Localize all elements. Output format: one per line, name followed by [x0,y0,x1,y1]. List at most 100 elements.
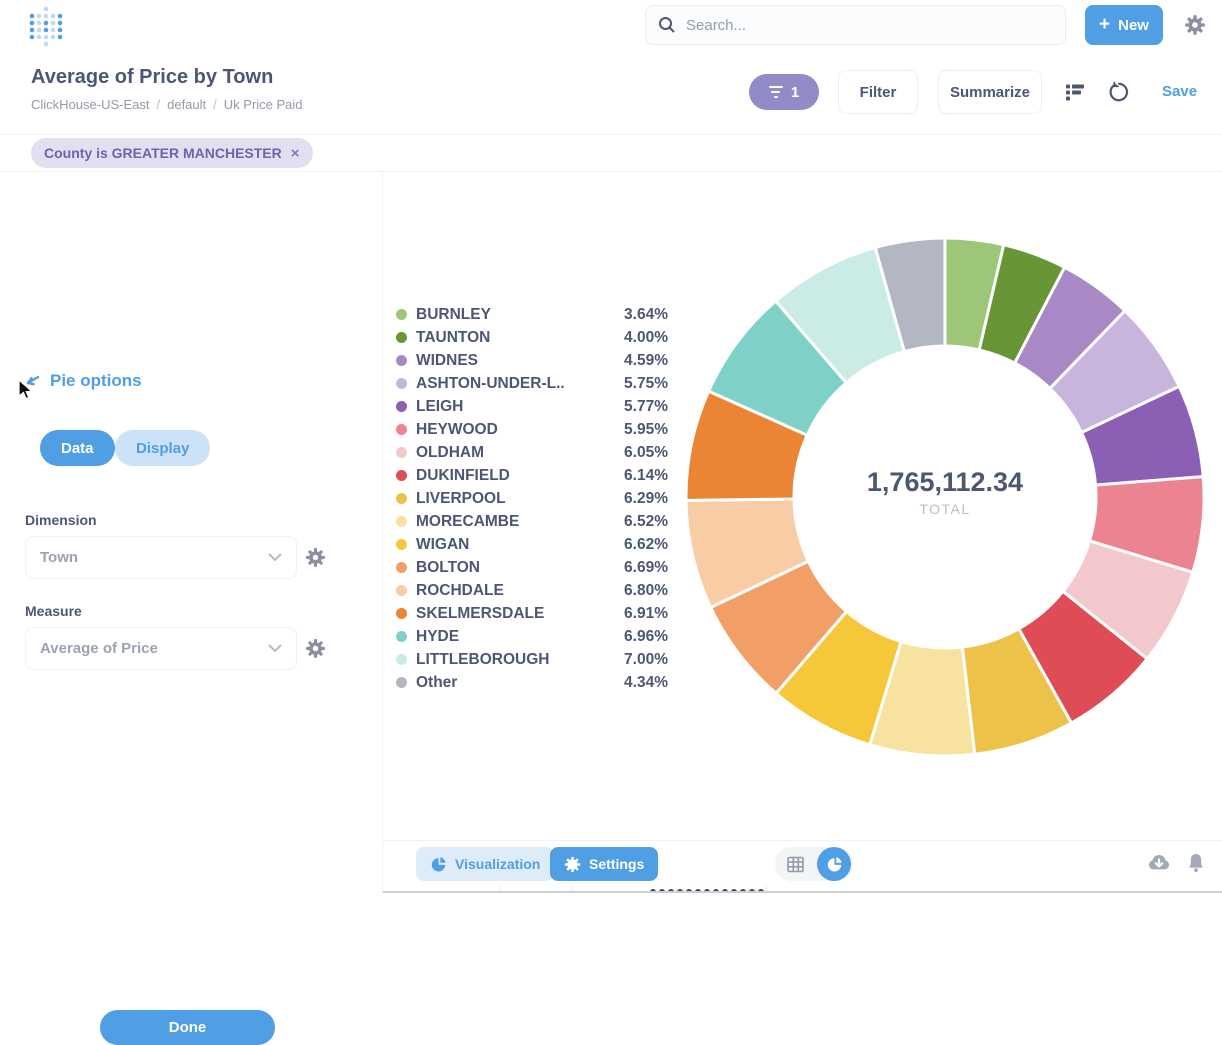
breadcrumb-table[interactable]: Uk Price Paid [224,97,303,112]
sidebar-header: Pie options [22,371,142,391]
legend-percent: 6.91% [624,605,668,623]
search-input[interactable] [686,17,1053,34]
legend-label: LIVERPOOL [416,490,624,508]
refresh-icon[interactable] [1108,81,1130,103]
bell-icon[interactable] [1184,851,1208,875]
dimension-label: Dimension [25,512,97,528]
legend-percent: 4.00% [624,329,668,347]
legend-percent: 6.80% [624,582,668,600]
legend-percent: 5.75% [624,375,668,393]
legend-item[interactable]: Other4.34% [396,671,668,694]
filter-chip-row: County is GREATER MANCHESTER × [0,134,1222,172]
back-arrow-icon[interactable] [22,371,42,391]
settings-button[interactable]: Settings [550,847,658,881]
legend-item[interactable]: HYDE6.96% [396,625,668,648]
legend-percent: 5.77% [624,398,668,416]
measure-label: Measure [25,603,82,619]
legend-label: LEIGH [416,398,624,416]
clipped-table-strip [383,886,1222,893]
admin-gear-icon[interactable] [1184,14,1206,36]
legend-swatch [396,447,407,458]
filter-chip[interactable]: County is GREATER MANCHESTER × [31,138,313,168]
legend-swatch [396,493,407,504]
search-bar[interactable] [645,5,1066,45]
tab-data-label: Data [61,440,94,457]
filter-button[interactable]: Filter [838,70,918,114]
legend-percent: 6.14% [624,467,668,485]
done-button[interactable]: Done [100,1010,275,1045]
plus-icon: + [1099,14,1110,36]
legend-label: MORECAMBE [416,513,624,531]
new-button[interactable]: + New [1085,5,1163,45]
legend-item[interactable]: WIGAN6.62% [396,533,668,556]
breadcrumb-schema[interactable]: default [167,97,206,112]
legend-swatch [396,470,407,481]
summarize-button[interactable]: Summarize [938,70,1042,114]
legend-percent: 4.59% [624,352,668,370]
done-button-label: Done [169,1019,207,1036]
gear-icon [564,856,581,873]
legend-item[interactable]: ROCHDALE6.80% [396,579,668,602]
legend-item[interactable]: LEIGH5.77% [396,395,668,418]
legend-swatch [396,585,407,596]
summarize-button-label: Summarize [950,84,1030,101]
legend-label: Other [416,674,624,692]
visualization-button-label: Visualization [455,856,540,872]
filter-count-pill[interactable]: 1 [749,74,819,110]
breadcrumb-database[interactable]: ClickHouse-US-East [31,97,149,112]
legend-item[interactable]: TAUNTON4.00% [396,326,668,349]
legend-swatch [396,332,407,343]
pie-chart-icon [430,856,447,873]
legend-swatch [396,309,407,320]
legend-swatch [396,355,407,366]
visualization-panel: BURNLEY3.64%TAUNTON4.00%WIDNES4.59%ASHTO… [383,172,1222,893]
legend-label: BURNLEY [416,306,624,324]
legend-item[interactable]: ASHTON-UNDER-L..5.75% [396,372,668,395]
breadcrumb-separator: / [213,97,217,112]
tab-data[interactable]: Data [40,430,115,466]
legend-label: WIGAN [416,536,624,554]
pie-chart-icon [826,856,843,873]
legend-item[interactable]: BURNLEY3.64% [396,303,668,326]
measure-select-value: Average of Price [40,640,158,657]
legend-swatch [396,401,407,412]
legend-item[interactable]: SKELMERSDALE6.91% [396,602,668,625]
legend-item[interactable]: DUKINFIELD6.14% [396,464,668,487]
legend-swatch [396,677,407,688]
close-icon[interactable]: × [291,145,300,162]
new-button-label: New [1118,17,1149,34]
legend-label: BOLTON [416,559,624,577]
visualization-button[interactable]: Visualization [416,847,554,881]
donut-chart [675,227,1215,767]
search-icon [658,16,676,34]
legend-item[interactable]: WIDNES4.59% [396,349,668,372]
notebook-icon[interactable] [1064,81,1086,103]
legend-item[interactable]: OLDHAM6.05% [396,441,668,464]
legend-percent: 6.96% [624,628,668,646]
tab-display-label: Display [136,440,189,457]
table-icon [787,856,804,873]
download-icon[interactable] [1146,851,1172,877]
dimension-select-value: Town [40,549,78,566]
settings-button-label: Settings [589,856,644,872]
legend-label: LITTLEBOROUGH [416,651,624,669]
chart-legend: BURNLEY3.64%TAUNTON4.00%WIDNES4.59%ASHTO… [396,303,668,694]
dimension-gear-icon[interactable] [305,547,326,568]
legend-item[interactable]: BOLTON6.69% [396,556,668,579]
legend-item[interactable]: LIVERPOOL6.29% [396,487,668,510]
legend-item[interactable]: LITTLEBOROUGH7.00% [396,648,668,671]
tab-display[interactable]: Display [115,430,210,466]
measure-select[interactable]: Average of Price [25,627,297,670]
measure-gear-icon[interactable] [305,638,326,659]
chart-view-toggle[interactable] [817,847,851,881]
metabase-logo-icon[interactable] [26,3,66,49]
legend-item[interactable]: HEYWOOD5.95% [396,418,668,441]
table-view-toggle[interactable] [775,856,815,873]
legend-item[interactable]: MORECAMBE6.52% [396,510,668,533]
legend-label: HEYWOOD [416,421,624,439]
legend-percent: 5.95% [624,421,668,439]
legend-swatch [396,654,407,665]
save-button[interactable]: Save [1162,83,1197,100]
legend-label: DUKINFIELD [416,467,624,485]
dimension-select[interactable]: Town [25,536,297,579]
